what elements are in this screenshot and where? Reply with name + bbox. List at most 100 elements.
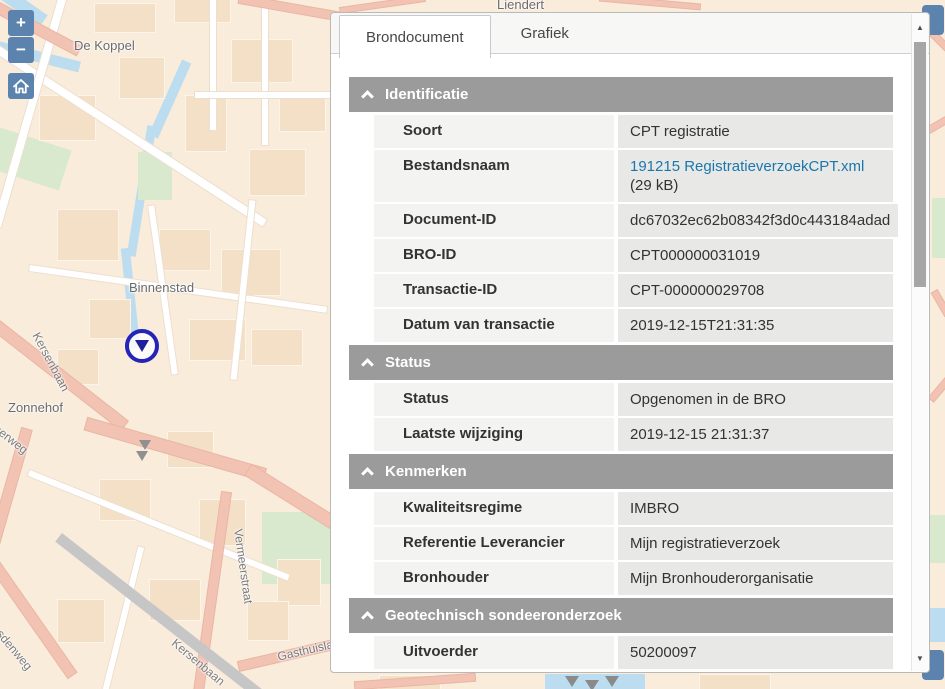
section-title: Identificatie <box>385 86 468 103</box>
tab-label: Grafiek <box>521 25 569 42</box>
table-row: Transactie-ID CPT-000000029708 <box>374 274 893 307</box>
section-title: Status <box>385 354 431 371</box>
zoom-in-button[interactable]: + <box>8 10 34 36</box>
row-value: 2019-12-15 21:31:37 <box>618 418 893 451</box>
row-label: BRO-ID <box>374 239 614 272</box>
cpt-marker-gray[interactable] <box>565 676 579 687</box>
section-header[interactable]: Status <box>349 345 893 380</box>
map-label-de-koppel: De Koppel <box>74 38 135 53</box>
table-row: Kwaliteitsregime IMBRO <box>374 492 893 525</box>
row-value: IMBRO <box>618 492 893 525</box>
detail-panel: Brondocument Grafiek Identificatie Soort… <box>330 12 930 673</box>
table-row: Document-ID dc67032ec62b08342f3d0c443184… <box>374 204 893 237</box>
row-value: CPT000000031019 <box>618 239 893 272</box>
table-row: Bestandsnaam 191215 RegistratieverzoekCP… <box>374 150 893 202</box>
row-value: dc67032ec62b08342f3d0c443184adad <box>618 204 898 237</box>
section-header[interactable]: Identificatie <box>349 77 893 112</box>
tab-label: Brondocument <box>366 29 464 46</box>
map-water <box>928 608 945 642</box>
map-road <box>28 470 290 580</box>
row-label: Soort <box>374 115 614 148</box>
map-building <box>58 600 104 642</box>
table-row: Referentie Leverancier Mijn registratiev… <box>374 527 893 560</box>
map-road <box>102 547 144 689</box>
section-rows: Status Opgenomen in de BRO Laatste wijzi… <box>374 383 893 451</box>
table-row: Status Opgenomen in de BRO <box>374 383 893 416</box>
row-label: Transactie-ID <box>374 274 614 307</box>
map-road <box>262 0 268 145</box>
row-value: Mijn Bronhouderorganisatie <box>618 562 893 595</box>
section-title: Kenmerken <box>385 463 467 480</box>
file-download-link[interactable]: 191215 RegistratieverzoekCPT.xml <box>630 158 864 175</box>
section-header[interactable]: Kenmerken <box>349 454 893 489</box>
scrollbar-thumb[interactable] <box>914 42 926 287</box>
table-row: Laatste wijziging 2019-12-15 21:31:37 <box>374 418 893 451</box>
map-label-zonnehof: Zonnehof <box>8 400 63 415</box>
map-building <box>278 560 320 605</box>
plus-icon: + <box>16 13 26 33</box>
scroll-up-button[interactable]: ▲ <box>912 14 928 40</box>
table-row: Soort CPT registratie <box>374 115 893 148</box>
map-building <box>186 96 226 151</box>
cpt-marker-gray[interactable] <box>139 440 151 450</box>
row-label: Referentie Leverancier <box>374 527 614 560</box>
row-label: Document-ID <box>374 204 614 237</box>
row-label: Kwaliteitsregime <box>374 492 614 525</box>
tab-bar: Brondocument Grafiek <box>331 13 929 54</box>
row-value: Opgenomen in de BRO <box>618 383 893 416</box>
panel-content: Identificatie Soort CPT registratie Best… <box>331 57 912 672</box>
map-building <box>120 58 164 98</box>
row-value: CPT registratie <box>618 115 893 148</box>
cpt-marker-gray[interactable] <box>605 676 619 687</box>
map-label-street-sw: usdenweg <box>0 622 35 673</box>
map-building <box>90 300 130 338</box>
row-label: Datum van transactie <box>374 309 614 342</box>
cpt-triangle-icon <box>135 340 149 352</box>
map-road <box>195 92 330 98</box>
row-value: Mijn registratieverzoek <box>618 527 893 560</box>
map-main-road <box>929 375 945 402</box>
table-row: Uitvoerder 50200097 <box>374 636 893 669</box>
row-value: 50200097 <box>618 636 893 669</box>
selected-cpt-marker[interactable] <box>125 329 159 363</box>
cpt-marker-gray[interactable] <box>136 451 148 461</box>
table-row: BRO-ID CPT000000031019 <box>374 239 893 272</box>
map-building <box>250 150 305 195</box>
section-rows: Soort CPT registratie Bestandsnaam 19121… <box>374 115 893 342</box>
map-building <box>248 602 288 640</box>
map-building <box>58 210 118 260</box>
arrow-up-icon: ▲ <box>916 23 924 32</box>
row-label: Bestandsnaam <box>374 150 614 202</box>
chevron-up-icon <box>361 467 374 480</box>
section-kenmerken: Kenmerken Kwaliteitsregime IMBRO Referen… <box>349 454 893 595</box>
minus-icon: − <box>16 40 26 60</box>
section-title: Geotechnisch sondeeronderzoek <box>385 607 622 624</box>
section-geotechnisch-sondeeronderzoek: Geotechnisch sondeeronderzoek Uitvoerder… <box>349 598 893 669</box>
tab-grafiek[interactable]: Grafiek <box>491 13 599 53</box>
zoom-out-button[interactable]: − <box>8 37 34 63</box>
section-identificatie: Identificatie Soort CPT registratie Best… <box>349 77 893 342</box>
map-building <box>252 330 302 365</box>
map-park <box>932 198 945 258</box>
panel-scrollbar[interactable]: ▲ ▼ <box>911 14 928 671</box>
map-building <box>700 675 770 689</box>
map-building <box>280 95 325 131</box>
map-road <box>210 0 216 130</box>
section-rows: Kwaliteitsregime IMBRO Referentie Levera… <box>374 492 893 595</box>
map-building <box>175 0 230 22</box>
map-building <box>222 250 280 295</box>
row-value: 191215 RegistratieverzoekCPT.xml (29 kB) <box>618 150 893 202</box>
section-header[interactable]: Geotechnisch sondeeronderzoek <box>349 598 893 633</box>
map-building <box>160 230 210 270</box>
cpt-marker-gray[interactable] <box>585 680 599 689</box>
chevron-up-icon <box>361 611 374 624</box>
row-label: Status <box>374 383 614 416</box>
map-label-liendert: Liendert <box>497 0 544 12</box>
row-label: Uitvoerder <box>374 636 614 669</box>
section-status: Status Status Opgenomen in de BRO Laatst… <box>349 345 893 451</box>
home-button[interactable] <box>8 73 34 99</box>
tab-brondocument[interactable]: Brondocument <box>339 15 491 58</box>
row-label: Laatste wijziging <box>374 418 614 451</box>
scroll-down-button[interactable]: ▼ <box>912 645 928 671</box>
row-value: 2019-12-15T21:31:35 <box>618 309 893 342</box>
